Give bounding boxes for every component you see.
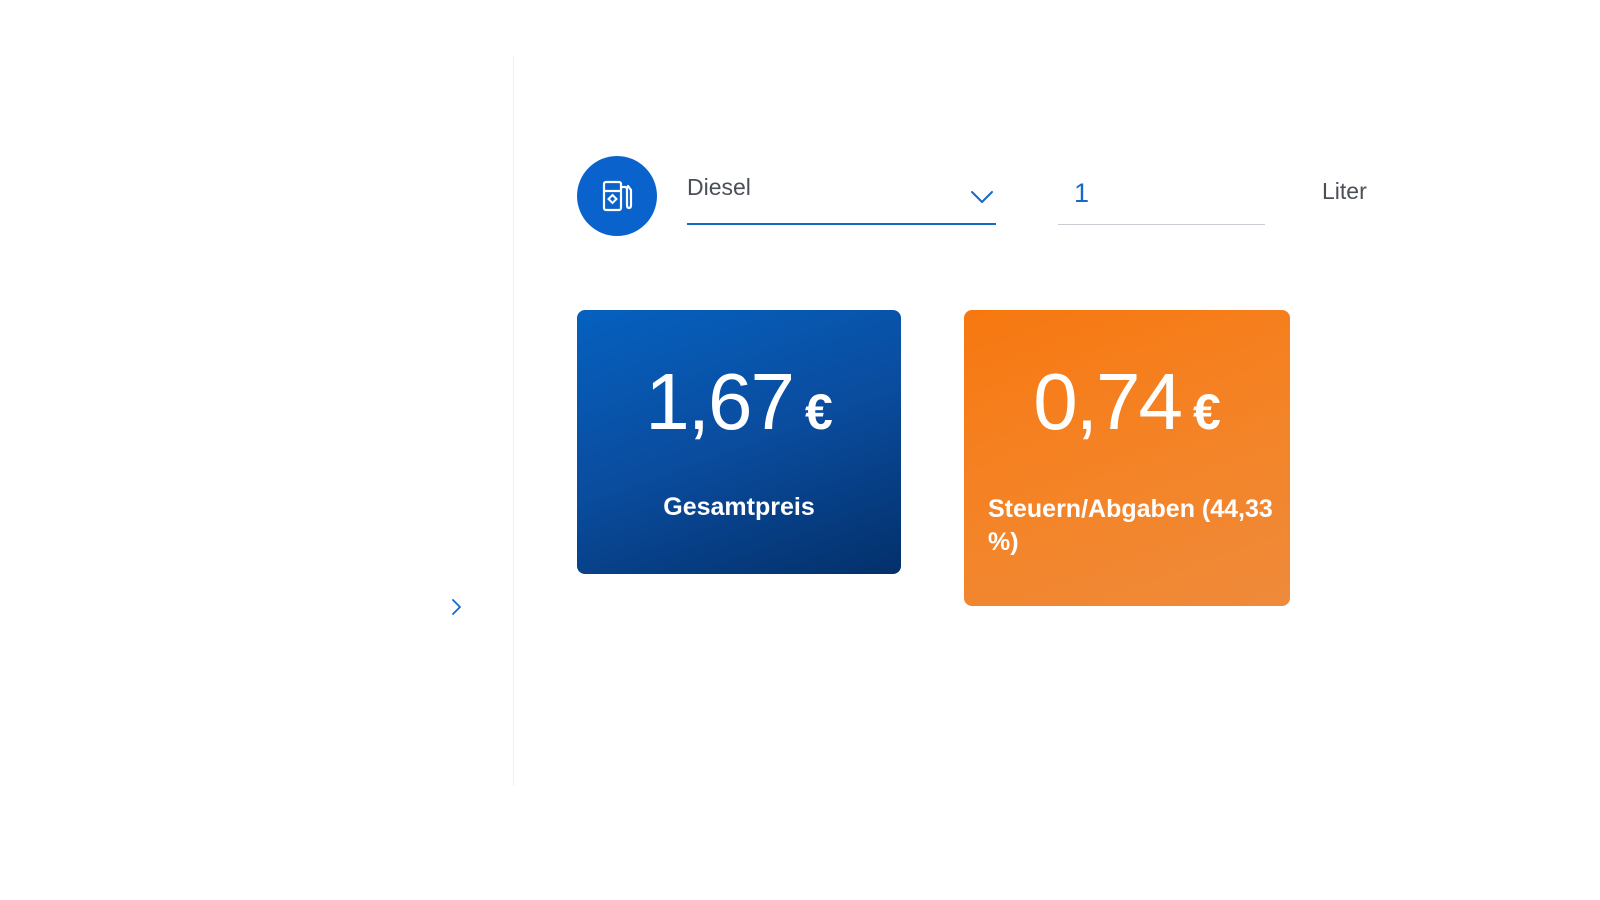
total-price-value: 1,67 [645,357,795,446]
fuel-price-calculator: Diesel Liter 1,67€ Gesamtpreis 0,74€ Ste… [0,0,1600,900]
fuel-pump-icon [577,156,657,236]
total-price-label: Gesamtpreis [663,493,815,521]
chevron-right-icon[interactable] [449,598,463,616]
tax-label: Steuern/Abgaben (44,33 %) [988,495,1273,556]
quantity-input[interactable] [1074,176,1259,210]
tax-card: 0,74 € Steuern/Abgaben (44,33 %) [964,310,1290,606]
total-price-amount: 1,67 € [577,356,901,448]
total-price-currency: € [804,384,833,440]
quantity-field [1058,172,1265,225]
tax-value: 0,74 [1033,357,1183,446]
quantity-unit-label: Liter [1322,178,1367,204]
vertical-divider [513,56,514,786]
tax-amount: 0,74 € [964,356,1290,448]
fuel-type-select[interactable]: Diesel [687,168,996,225]
chevron-down-icon[interactable] [970,190,994,204]
fuel-type-value: Diesel [687,174,751,200]
tax-currency: € [1192,384,1221,440]
total-price-card: 1,67 € Gesamtpreis [577,310,901,574]
